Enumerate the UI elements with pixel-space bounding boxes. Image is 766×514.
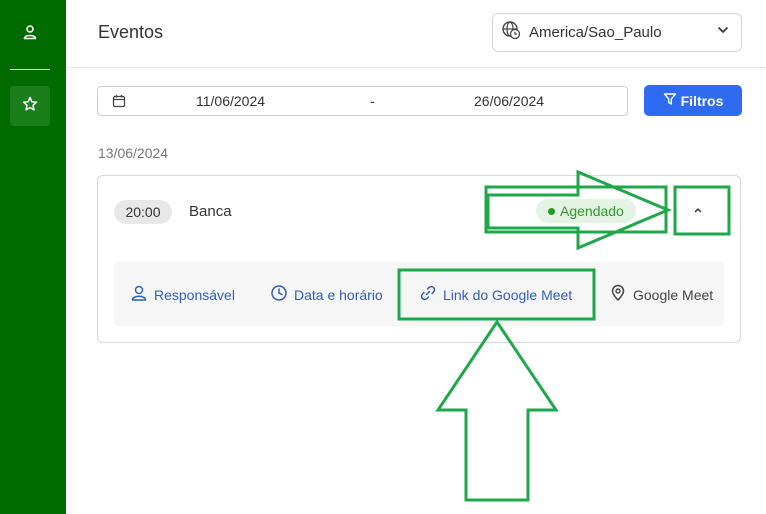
status-label: Agendado [560,203,624,219]
sidebar [0,0,66,514]
date-range-picker[interactable]: 11/06/2024 - 26/06/2024 [97,86,628,116]
status-badge: Agendado [536,199,636,223]
calendar-icon [112,94,126,113]
filter-icon [663,92,677,109]
event-time-chip: 20:00 [114,200,172,224]
sidebar-divider [10,69,50,70]
end-date-input[interactable]: 26/06/2024 [474,93,544,109]
collapse-button[interactable] [684,198,712,226]
sidebar-item-profile[interactable] [10,14,50,54]
responsavel-link[interactable]: Responsável [130,284,235,305]
location-pin-icon [609,284,627,305]
start-date-input[interactable]: 11/06/2024 [196,93,265,109]
more-options-icon[interactable]: ⋮ [658,203,674,223]
timezone-value: America/Sao_Paulo [529,24,662,41]
date-time-label: Data e horário [294,286,383,303]
location-info: Google Meet [609,284,713,305]
google-meet-link-label: Link do Google Meet [443,286,573,303]
filters-button-label: Filtros [680,92,724,109]
person-icon [130,284,148,305]
event-date-heading: 13/06/2024 [98,145,169,161]
link-icon [419,284,437,305]
user-icon [22,24,38,45]
main-content: Eventos America/Sao_Paulo 11/06/2024 - 2… [66,0,766,514]
event-name: Banca [189,203,232,220]
responsavel-label: Responsável [154,286,235,303]
date-separator: - [370,93,375,109]
location-label: Google Meet [633,286,714,303]
page-title: Eventos [98,22,164,42]
filters-button[interactable]: Filtros [644,85,742,116]
globe-clock-icon [501,20,521,45]
top-bar: Eventos America/Sao_Paulo [66,0,766,68]
status-dot-icon [548,207,555,215]
chevron-down-icon [713,20,733,45]
event-card: 20:00 Banca Agendado ⋮ Responsável Data … [97,175,741,343]
clock-icon [270,284,288,305]
sidebar-item-events[interactable] [10,86,50,126]
event-details: Responsável Data e horário Link do Googl… [114,262,724,326]
date-time-link[interactable]: Data e horário [270,284,383,305]
timezone-select[interactable]: America/Sao_Paulo [492,13,742,52]
chevron-up-icon [692,203,704,221]
google-meet-link[interactable]: Link do Google Meet [419,284,572,305]
star-icon [22,96,38,117]
